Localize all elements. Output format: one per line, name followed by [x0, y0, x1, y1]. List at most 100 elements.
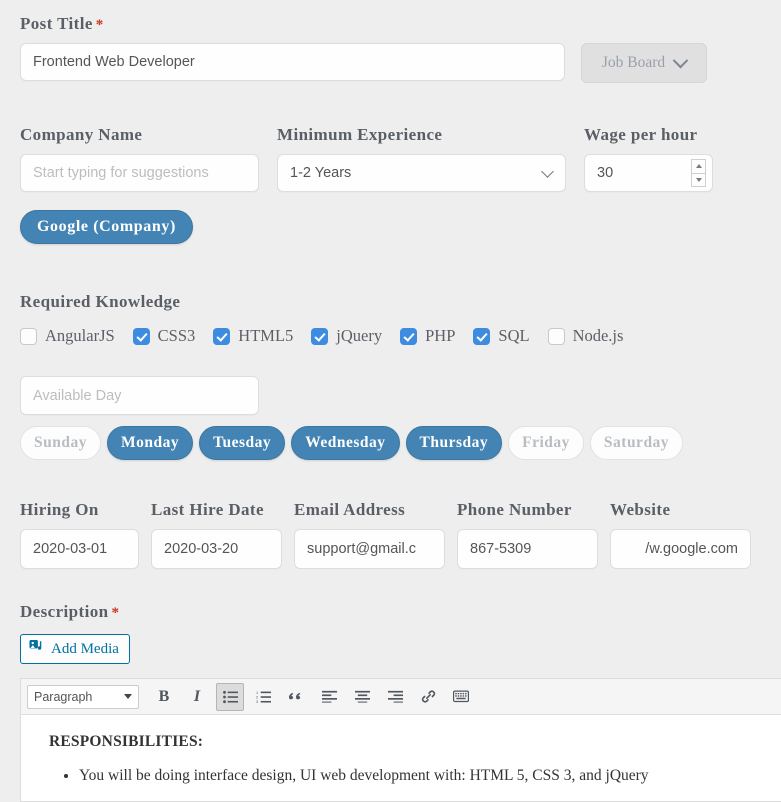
add-media-button[interactable]: Add Media: [20, 634, 130, 664]
hiring-on-field: Hiring On: [20, 500, 139, 569]
svg-text:3: 3: [256, 699, 259, 704]
last-hire-date-field: Last Hire Date: [151, 500, 282, 569]
job-board-dropdown-button[interactable]: Job Board: [581, 43, 707, 83]
description-label-text: Description: [20, 602, 109, 621]
caret-up-icon[interactable]: [691, 159, 706, 173]
contact-details-row: Hiring On Last Hire Date Email Address s…: [20, 500, 751, 569]
required-knowledge-group: AngularJS CSS3 HTML5 jQuery PHP SQL Node…: [20, 326, 641, 346]
day-button-monday[interactable]: Monday: [106, 426, 194, 460]
editor-content-area[interactable]: RESPONSIBILITIES: You will be doing inte…: [21, 715, 781, 801]
keyboard-shortcuts-icon[interactable]: [447, 683, 475, 711]
responsibilities-heading: RESPONSIBILITIES:: [49, 733, 204, 750]
company-name-label: Company Name: [20, 125, 143, 144]
checkbox-icon[interactable]: [547, 327, 565, 345]
email-field[interactable]: support@gmail.c: [294, 529, 445, 569]
day-button-saturday[interactable]: Saturday: [589, 426, 684, 460]
minimum-experience-select[interactable]: [277, 154, 566, 192]
knowledge-item-sql[interactable]: SQL: [473, 326, 530, 346]
job-post-form: Post Title* Job Board Company Name Minim…: [0, 0, 781, 802]
bulleted-list-icon[interactable]: [216, 682, 244, 711]
minimum-experience-label: Minimum Experience: [277, 125, 443, 144]
phone-number-label: Phone Number: [457, 500, 572, 519]
company-experience-wage-row: Company Name Minimum Experience Wage per…: [20, 125, 761, 192]
phone-number-input[interactable]: [457, 529, 598, 569]
hiring-on-input[interactable]: [20, 529, 139, 569]
required-asterisk: *: [111, 605, 120, 621]
knowledge-item-label: HTML5: [238, 326, 294, 345]
knowledge-item-label: AngularJS: [45, 326, 115, 345]
align-right-icon[interactable]: [381, 683, 409, 711]
available-day-input[interactable]: [20, 376, 259, 415]
email-address-field: Email Address support@gmail.c: [294, 500, 445, 569]
website-value: /w.google.com: [645, 541, 738, 557]
list-item: You will be doing interface design, UI w…: [79, 765, 766, 787]
quantity-stepper: [691, 159, 706, 187]
knowledge-item-angularjs[interactable]: AngularJS: [20, 326, 115, 346]
checkbox-checked-icon[interactable]: [311, 327, 329, 345]
required-knowledge-label: Required Knowledge: [20, 292, 181, 311]
align-center-icon[interactable]: [348, 683, 376, 711]
last-hire-date-input[interactable]: [151, 529, 282, 569]
caret-down-icon: [124, 694, 132, 699]
paragraph-format-value: Paragraph: [34, 689, 93, 704]
knowledge-item-label: Node.js: [572, 326, 624, 345]
day-button-friday[interactable]: Friday: [508, 426, 584, 460]
knowledge-item-jquery[interactable]: jQuery: [311, 326, 382, 346]
job-board-label: Job Board: [601, 54, 666, 71]
website-field: Website /w.google.com: [610, 500, 751, 569]
company-name-field: Company Name: [20, 125, 259, 192]
knowledge-item-css3[interactable]: CSS3: [132, 326, 196, 346]
minimum-experience-field: Minimum Experience: [277, 125, 566, 192]
available-days-group: Sunday Monday Tuesday Wednesday Thursday…: [20, 426, 684, 460]
knowledge-item-label: CSS3: [157, 326, 196, 345]
wage-per-hour-label: Wage per hour: [584, 125, 698, 144]
checkbox-checked-icon[interactable]: [400, 327, 418, 345]
post-title-label-text: Post Title: [20, 14, 93, 33]
knowledge-item-label: jQuery: [336, 326, 383, 345]
blockquote-icon[interactable]: [282, 683, 310, 711]
chevron-down-icon: [672, 52, 689, 68]
wage-number-wrap: [584, 154, 713, 192]
checkbox-checked-icon[interactable]: [213, 327, 231, 345]
bold-icon[interactable]: B: [150, 683, 178, 711]
last-hire-date-label: Last Hire Date: [151, 500, 264, 519]
post-title-input[interactable]: [20, 43, 565, 81]
post-title-field: Post Title* Job Board: [20, 14, 761, 83]
knowledge-item-nodejs[interactable]: Node.js: [547, 326, 624, 346]
minimum-experience-select-wrap: [277, 154, 566, 192]
align-left-icon[interactable]: [315, 683, 343, 711]
wage-per-hour-field: Wage per hour: [584, 125, 713, 192]
post-title-label: Post Title *: [20, 14, 761, 34]
required-asterisk: *: [95, 17, 104, 33]
day-button-tuesday[interactable]: Tuesday: [199, 426, 286, 460]
selected-company-tag[interactable]: Google (Company): [20, 210, 193, 244]
day-button-sunday[interactable]: Sunday: [20, 426, 101, 460]
knowledge-item-label: PHP: [425, 326, 456, 345]
checkbox-checked-icon[interactable]: [132, 327, 150, 345]
media-icon: [29, 639, 44, 659]
responsibilities-list: You will be doing interface design, UI w…: [49, 765, 766, 787]
rich-text-editor: Paragraph B I 1 2 3 RESPONSIBILITIES: • …: [20, 678, 781, 802]
knowledge-item-php[interactable]: PHP: [400, 326, 455, 346]
company-name-input[interactable]: [20, 154, 259, 192]
checkbox-checked-icon[interactable]: [473, 327, 491, 345]
email-address-label: Email Address: [294, 500, 406, 519]
numbered-list-icon[interactable]: 1 2 3: [249, 683, 277, 711]
caret-down-icon[interactable]: [691, 172, 706, 187]
paragraph-format-select[interactable]: Paragraph: [27, 684, 139, 709]
post-title-row: Job Board: [20, 43, 761, 83]
hiring-on-label: Hiring On: [20, 500, 99, 519]
phone-number-field: Phone Number: [457, 500, 598, 569]
add-media-label: Add Media: [51, 640, 119, 657]
day-button-wednesday[interactable]: Wednesday: [291, 426, 400, 460]
italic-icon[interactable]: I: [183, 683, 211, 711]
knowledge-item-label: SQL: [498, 326, 530, 345]
checkbox-icon[interactable]: [20, 327, 37, 345]
website-label: Website: [610, 500, 671, 519]
day-button-thursday[interactable]: Thursday: [405, 426, 503, 460]
email-value: support@gmail.c: [307, 541, 417, 557]
website-input[interactable]: /w.google.com: [610, 529, 751, 569]
description-label: Description *: [20, 602, 119, 622]
insert-link-icon[interactable]: [414, 683, 442, 711]
knowledge-item-html5[interactable]: HTML5: [213, 326, 293, 346]
